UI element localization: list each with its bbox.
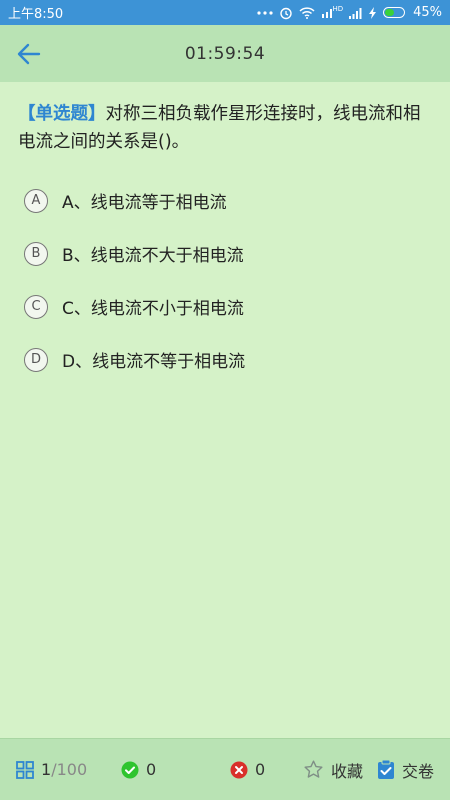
bottom-bar: 1/100 0 0 收藏 交卷: [0, 738, 450, 800]
question-stem: 【单选题】对称三相负载作星形连接时，线电流和相电流之间的关系是()。: [0, 82, 450, 156]
wrong-count: 0: [255, 760, 266, 779]
more-dots-icon: [257, 10, 274, 16]
status-icons: HD 45%: [257, 5, 442, 20]
progress-button[interactable]: 1/100: [16, 760, 87, 779]
favorite-label: 收藏: [331, 761, 364, 781]
option-b-text[interactable]: B、线电流不大于相电流: [62, 241, 244, 266]
correct-count: 0: [146, 760, 157, 779]
check-circle-icon: [121, 761, 139, 778]
option-d-text[interactable]: D、线电流不等于相电流: [62, 347, 245, 372]
x-circle-icon: [230, 761, 248, 778]
app-bar: 01:59:54: [0, 25, 450, 82]
options-list: A A、线电流等于相电流 B B、线电流不大于相电流 C C、线电流不小于相电流…: [0, 174, 450, 386]
option-c-circle[interactable]: C: [24, 294, 48, 319]
favorite-button[interactable]: 收藏: [303, 758, 363, 782]
star-icon: [304, 760, 323, 778]
option-c[interactable]: C C、线电流不小于相电流: [24, 280, 450, 333]
clipboard-icon: [378, 759, 394, 779]
hd-signal-icon: HD: [321, 5, 343, 19]
grid-icon: [16, 760, 34, 779]
option-b-circle[interactable]: B: [24, 241, 48, 266]
alarm-icon: [279, 6, 293, 20]
progress-text: 1/100: [41, 760, 87, 779]
option-a[interactable]: A A、线电流等于相电流: [24, 174, 450, 227]
signal-icon: [349, 7, 363, 19]
status-bar: 上午8:50 HD 45%: [0, 0, 450, 25]
progress-total: /100: [51, 760, 88, 779]
option-c-text[interactable]: C、线电流不小于相电流: [62, 294, 244, 319]
question-content: 【单选题】对称三相负载作星形连接时，线电流和相电流之间的关系是()。 A A、线…: [0, 82, 450, 738]
option-d[interactable]: D D、线电流不等于相电流: [24, 333, 450, 386]
submit-label: 交卷: [402, 761, 435, 781]
arrow-left-icon: [17, 43, 41, 65]
correct-counter: 0: [121, 760, 156, 779]
option-d-circle[interactable]: D: [24, 347, 48, 372]
wrong-counter: 0: [230, 760, 265, 779]
countdown-timer: 01:59:54: [184, 43, 266, 64]
option-b[interactable]: B B、线电流不大于相电流: [24, 227, 450, 280]
back-button[interactable]: [12, 38, 46, 70]
battery-icon: [383, 7, 406, 18]
question-type-label: 【单选题】: [18, 104, 106, 124]
option-a-text[interactable]: A、线电流等于相电流: [62, 188, 227, 213]
battery-percent: 45%: [413, 5, 442, 20]
wifi-icon: [299, 6, 315, 19]
progress-current: 1: [41, 760, 52, 779]
option-a-circle[interactable]: A: [24, 188, 48, 213]
status-time: 上午8:50: [8, 7, 64, 22]
charging-icon: [369, 6, 377, 19]
submit-button[interactable]: 交卷: [377, 758, 434, 782]
